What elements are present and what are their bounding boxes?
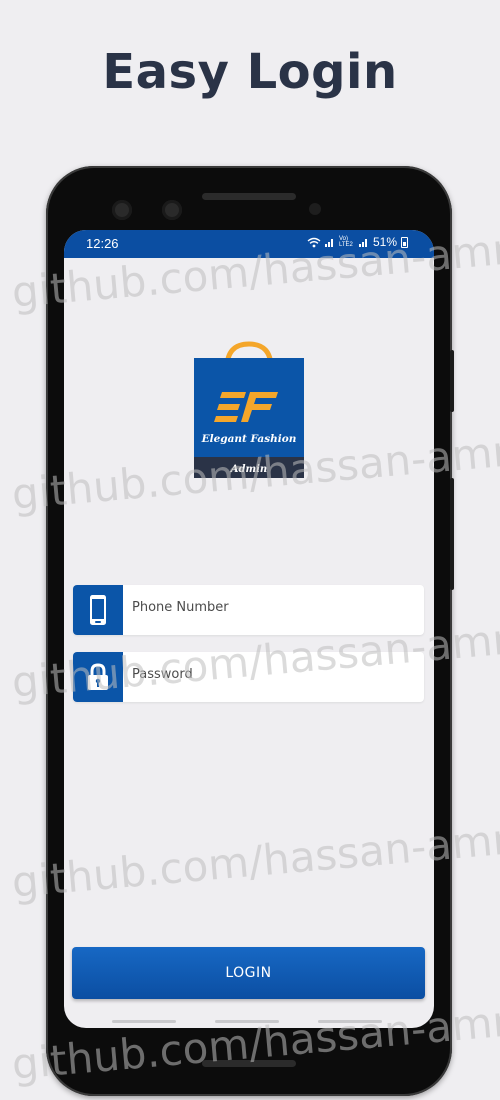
password-input[interactable]: Password [132,667,193,682]
earpiece-speaker [202,193,296,200]
signal-icon [324,237,335,247]
bottom-speaker [202,1060,296,1067]
proximity-sensor-icon [309,203,321,215]
status-icons: Vo) LTE2 51% [307,235,408,249]
power-button [450,478,454,590]
lock-icon [73,652,123,702]
front-camera-icon [112,200,132,220]
signal-icon-2 [358,237,369,247]
nav-back-button[interactable] [318,1020,382,1023]
page-title: Easy Login [102,44,398,100]
battery-percent: 51% [372,235,397,249]
nav-home-button[interactable] [215,1020,279,1023]
battery-icon [401,236,408,248]
phone-number-input[interactable]: Phone Number [132,600,229,615]
logo-subtitle: Admin [230,464,267,475]
volume-button [450,350,454,412]
smartphone-icon [73,585,123,635]
nav-recents-button[interactable] [112,1020,176,1023]
password-field[interactable]: Password [73,652,424,702]
app-screen: 12:26 Vo) LTE2 51% Elegant Fashion Admin… [64,230,434,1028]
phone-number-field[interactable]: Phone Number [73,585,424,635]
network-label: Vo) LTE2 [338,236,353,248]
wifi-icon [307,237,321,248]
status-bar: 12:26 Vo) LTE2 51% [64,230,434,258]
status-time: 12:26 [86,236,119,251]
login-button[interactable]: LOGIN [72,947,425,999]
brand-logo: Elegant Fashion Admin [194,338,304,478]
front-sensor-icon [162,200,182,220]
logo-brand: Elegant Fashion [201,433,297,445]
promo-page: Easy Login 12:26 Vo) LTE2 51% Elegant Fa… [0,0,500,1100]
